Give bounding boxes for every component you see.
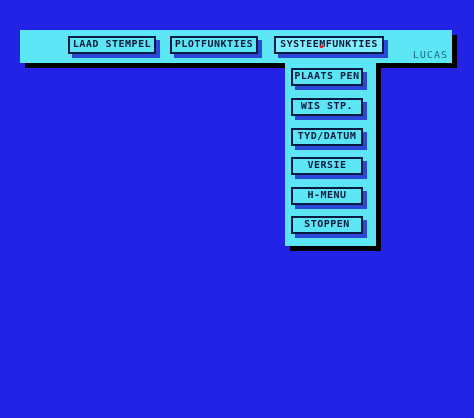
menu-item-tyd-datum[interactable]: TYD/DATUM <box>291 128 363 146</box>
menu-item-versie[interactable]: VERSIE <box>291 157 363 175</box>
menu-plotfunkties[interactable]: PLOTFUNKTIES <box>170 36 258 54</box>
menu-item-h-menu[interactable]: H-MENU <box>291 187 363 205</box>
menu-laad-stempel[interactable]: LAAD STEMPEL <box>68 36 156 54</box>
app-logo: LUCAS <box>412 50 448 61</box>
cursor-marker <box>320 45 323 48</box>
menu-item-plaats-pen[interactable]: PLAATS PEN <box>291 68 363 86</box>
systeemfunkties-dropdown: PLAATS PEN WIS STP. TYD/DATUM VERSIE H-M… <box>285 63 376 246</box>
menu-item-stoppen[interactable]: STOPPEN <box>291 216 363 234</box>
menu-systeemfunkties[interactable]: SYSTEEMFUNKTIES <box>274 36 384 54</box>
menu-bar: LAAD STEMPEL PLOTFUNKTIES SYSTEEMFUNKTIE… <box>20 30 452 63</box>
menu-item-wis-stp[interactable]: WIS STP. <box>291 98 363 116</box>
